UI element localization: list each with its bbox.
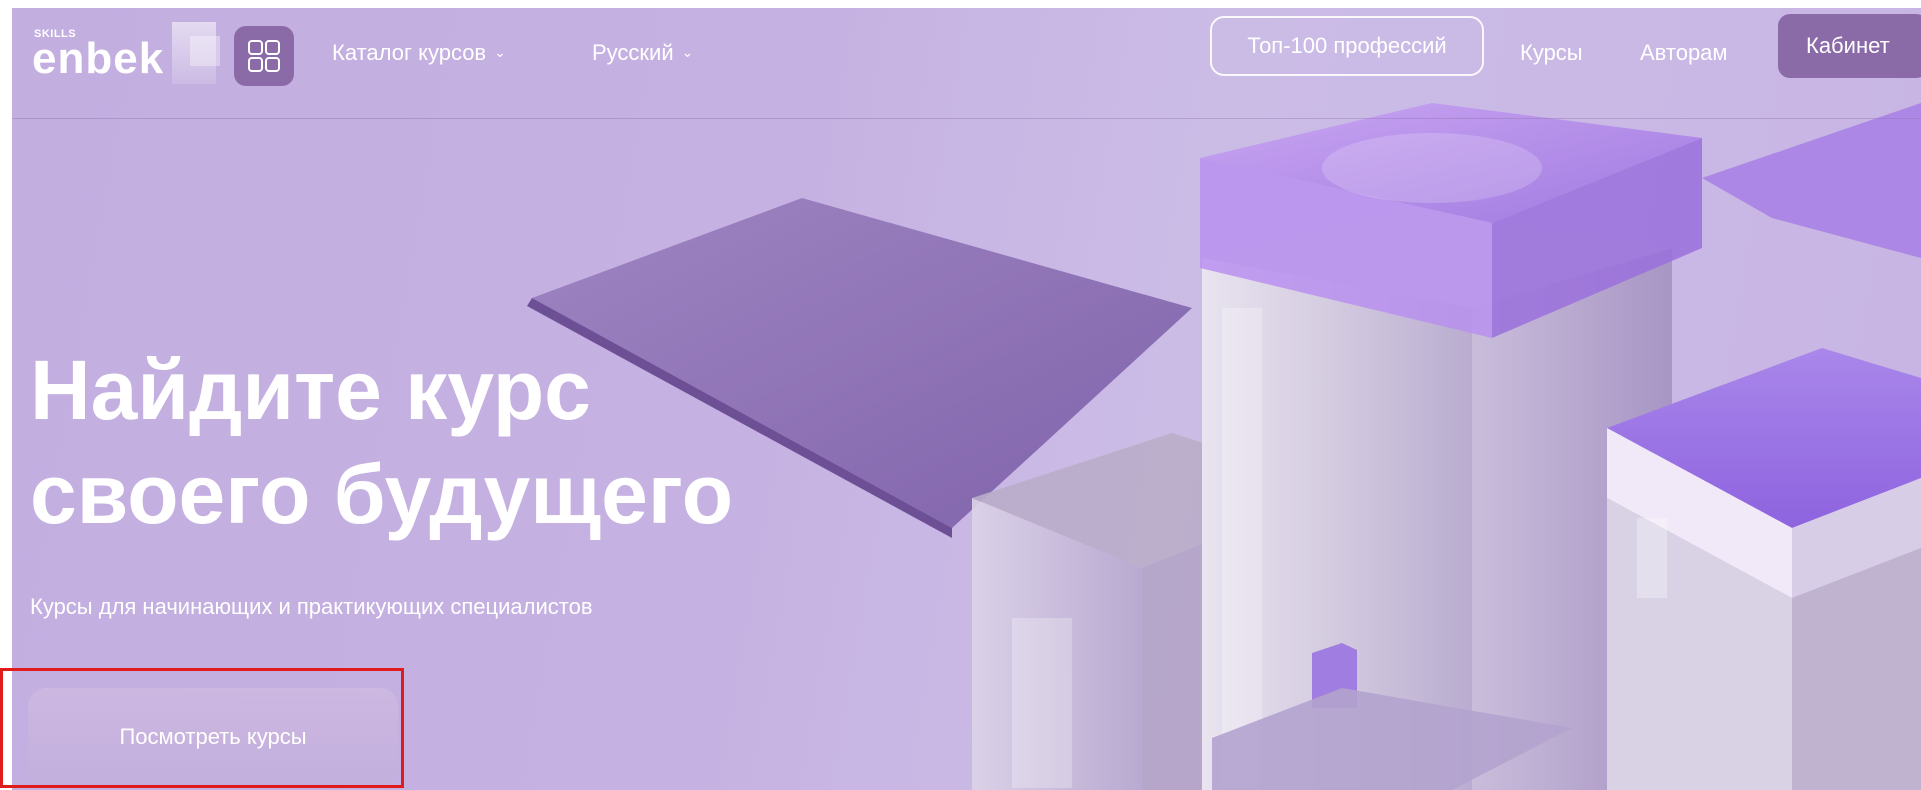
- hero-title-line-1: Найдите курс: [30, 343, 591, 437]
- enbek-logo[interactable]: SKILLS enbek: [32, 22, 222, 84]
- chevron-down-icon: ⌄: [494, 44, 506, 60]
- chevron-down-icon: ⌄: [681, 44, 694, 60]
- nav-link-authors[interactable]: Авторам: [1640, 40, 1728, 66]
- highlight-box: [0, 668, 404, 788]
- language-label: Русский: [592, 40, 674, 65]
- catalog-dropdown[interactable]: Каталог курсов ⌄: [332, 40, 506, 66]
- top-navigation: SKILLS enbek Каталог курсов ⌄ Русский ⌄ То…: [12, 8, 1921, 119]
- language-dropdown[interactable]: Русский ⌄: [592, 40, 693, 66]
- logo-main-text: enbek: [32, 34, 165, 83]
- page: SKILLS enbek Каталог курсов ⌄ Русский ⌄ То…: [0, 0, 1921, 790]
- hero-title: Найдите курс своего будущего: [30, 338, 930, 546]
- catalog-label: Каталог курсов: [332, 40, 487, 65]
- apps-button[interactable]: [234, 26, 294, 86]
- hero-title-line-2: своего будущего: [30, 447, 734, 541]
- nav-link-courses[interactable]: Курсы: [1520, 40, 1583, 66]
- cabinet-button[interactable]: Кабинет: [1778, 14, 1921, 78]
- top100-professions-button[interactable]: Топ-100 профессий: [1210, 16, 1484, 76]
- logo-mark-inner: [190, 36, 220, 66]
- hero-subtitle: Курсы для начинающих и практикующих спец…: [30, 594, 593, 619]
